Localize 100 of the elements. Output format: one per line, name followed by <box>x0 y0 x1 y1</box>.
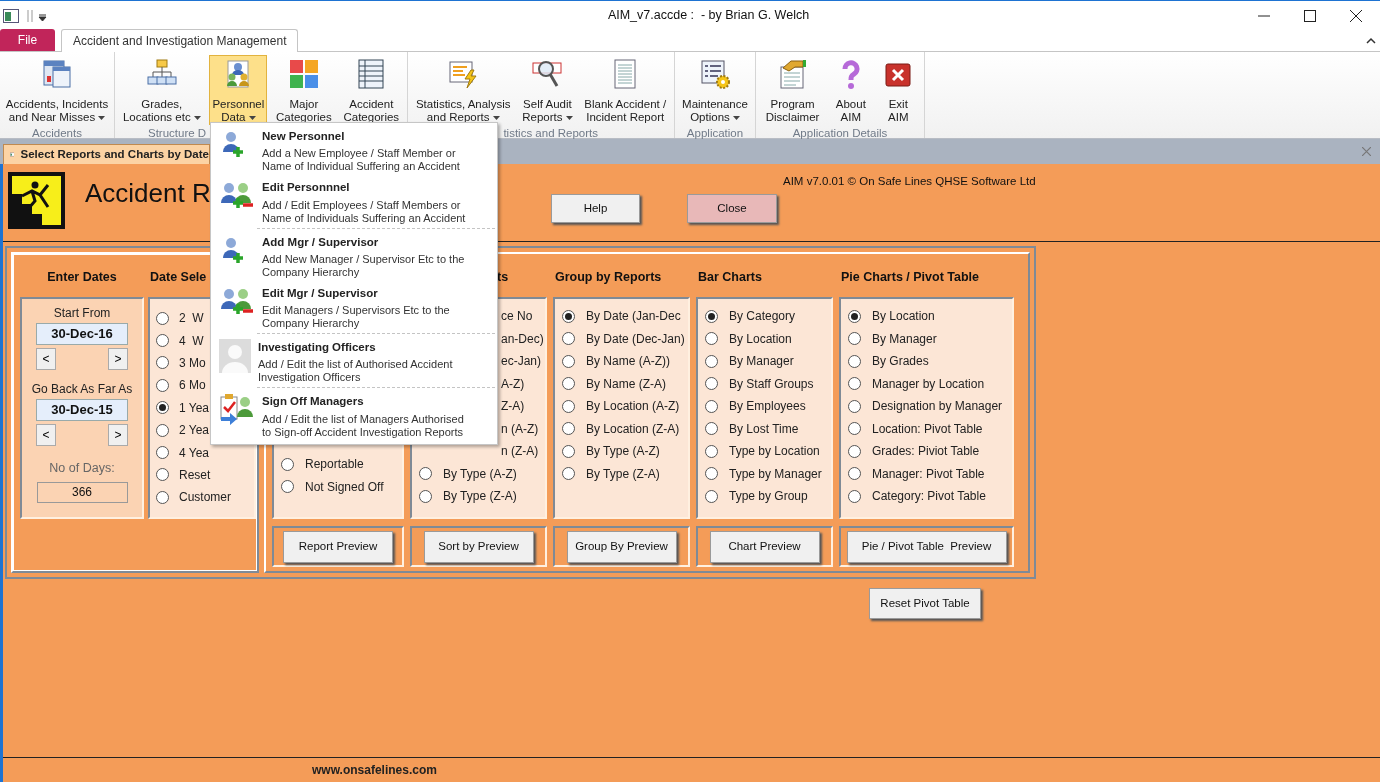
radio-button[interactable] <box>848 399 861 413</box>
version-text: AIM v7.0.01 © On Safe Lines QHSE Software Ltd <box>783 174 1036 189</box>
radio-button[interactable] <box>419 489 432 503</box>
section-heading: Enter Dates <box>46 268 118 286</box>
next-button[interactable]: > <box>108 348 128 370</box>
radio-button[interactable] <box>156 401 169 415</box>
radio-button[interactable] <box>705 444 718 458</box>
ribbon-button[interactable]: Blank Accident / Incident Report <box>581 55 670 125</box>
menu-item[interactable]: Edit Personnnel Add / Edit Employees / Staff Members or Name of Individuals Suffering an Accident <box>211 176 497 228</box>
date-field[interactable]: 30-Dec-16 <box>36 323 128 345</box>
radio-button[interactable] <box>705 332 718 346</box>
ribbon-button[interactable]: Accidents, Incidents and Near Misses <box>2 55 112 125</box>
preview-button[interactable]: Chart Preview <box>709 530 820 563</box>
file-tab[interactable]: File <box>0 29 55 51</box>
radio-button[interactable] <box>848 444 861 458</box>
option-label: By Staff Groups <box>729 375 814 393</box>
ribbon-group-label: Application <box>686 125 744 141</box>
radio-button[interactable] <box>156 378 169 392</box>
ribbon-button[interactable]: Program Disclaimer <box>762 55 823 125</box>
radio-button[interactable] <box>156 311 169 325</box>
section-heading: Pie Charts / Pivot Table <box>841 268 979 286</box>
option-label: By Grades <box>872 353 929 371</box>
option-label: By Location <box>872 308 935 326</box>
radio-button[interactable] <box>281 480 294 494</box>
option-label: Location: Pivot Table <box>872 420 983 438</box>
radio-button[interactable] <box>705 422 718 436</box>
option-label: By Type (Z-A) <box>586 465 660 483</box>
form-title: Accident R <box>85 177 211 210</box>
option-label: Type by Manager <box>729 465 822 483</box>
radio-button[interactable] <box>562 422 575 436</box>
reset-pivot-table-button[interactable]: Reset Pivot Table <box>869 588 981 619</box>
close-button[interactable]: Close <box>687 194 777 223</box>
radio-button[interactable] <box>156 490 169 504</box>
collapse-ribbon-icon[interactable] <box>1366 37 1376 44</box>
previous-button[interactable]: < <box>36 424 56 446</box>
maximize-icon[interactable] <box>1304 9 1316 22</box>
radio-button[interactable] <box>156 446 169 460</box>
website-link[interactable]: www.onsafelines.com <box>312 761 437 779</box>
ribbon-group-label: Application Details <box>792 125 888 141</box>
radio-button[interactable] <box>562 377 575 391</box>
ribbon-tab[interactable]: Accident and Investigation Management <box>61 29 299 52</box>
option-label: By Location (Z-A) <box>586 420 680 438</box>
radio-button[interactable] <box>705 399 718 413</box>
help-button[interactable]: Help <box>551 194 640 223</box>
document-tab[interactable]: Select Reports and Charts by Date <box>3 144 210 164</box>
section-heading: Group by Reports <box>555 268 662 286</box>
preview-button[interactable]: Group By Preview <box>566 530 677 563</box>
ribbon-button[interactable]: Grades, Locations etc <box>119 55 204 125</box>
radio-button[interactable] <box>848 354 861 368</box>
radio-button[interactable] <box>705 377 718 391</box>
radio-button[interactable] <box>156 423 169 437</box>
radio-button[interactable] <box>848 489 861 503</box>
ribbon-button[interactable]: Maintenance Options <box>679 55 751 125</box>
menu-item[interactable]: Add Mgr / Supervisor Add New Manager / Supervisor Etc to the Company Hierarchy <box>211 230 497 282</box>
preview-button[interactable]: Report Preview <box>283 530 393 563</box>
report-lightning-icon <box>447 58 480 90</box>
menu-item[interactable]: New Personnel Add a New Employee / Staff Member or Name of Individual Suffering an Accident <box>211 125 497 177</box>
radio-button[interactable] <box>562 399 575 413</box>
ribbon-button[interactable]: Major Categories <box>273 55 335 125</box>
next-button[interactable]: > <box>108 424 128 446</box>
radio-button[interactable] <box>156 468 169 482</box>
option-label: By Location <box>729 330 792 348</box>
ribbon-button[interactable]: Self Audit Reports <box>519 55 576 125</box>
radio-button[interactable] <box>562 444 575 458</box>
radio-button[interactable] <box>705 354 718 368</box>
radio-button[interactable] <box>562 309 575 323</box>
radio-button[interactable] <box>156 334 169 348</box>
preview-button[interactable]: Sort by Preview <box>423 530 534 563</box>
radio-button[interactable] <box>562 332 575 346</box>
radio-button[interactable] <box>156 356 169 370</box>
ribbon-button[interactable]: Personnel Data <box>209 55 268 125</box>
radio-button[interactable] <box>281 457 294 471</box>
ribbon-button[interactable]: About AIM <box>831 55 870 125</box>
radio-button[interactable] <box>562 354 575 368</box>
option-label: an-Dec) <box>501 330 544 348</box>
preview-button[interactable]: Pie / Pivot Table Preview <box>846 530 1007 563</box>
radio-button[interactable] <box>419 467 432 481</box>
option-label: By Type (Z-A) <box>443 488 517 506</box>
radio-button[interactable] <box>705 309 718 323</box>
radio-button[interactable] <box>705 489 718 503</box>
radio-button[interactable] <box>848 332 861 346</box>
radio-button[interactable] <box>848 422 861 436</box>
radio-button[interactable] <box>562 467 575 481</box>
option-label: Category: Pivot Table <box>872 488 986 506</box>
ribbon-group-label: tistics and Reports <box>503 125 598 141</box>
ribbon-button[interactable]: Exit AIM <box>879 55 918 125</box>
menu-item[interactable]: Edit Mgr / Supervisor Edit Managers / Supervisors Etc to the Company Hierarchy <box>211 281 497 333</box>
menu-item[interactable]: Investigating Officers Add / Edit the list of Authorised Accident Investigation Officers <box>211 336 497 388</box>
date-field[interactable]: 30-Dec-15 <box>36 399 128 421</box>
previous-button[interactable]: < <box>36 348 56 370</box>
option-label: By Manager <box>872 330 937 348</box>
ribbon-group-label: Structure D <box>148 125 207 141</box>
radio-button[interactable] <box>848 309 861 323</box>
radio-button[interactable] <box>848 467 861 481</box>
close-icon[interactable] <box>1350 9 1362 22</box>
radio-button[interactable] <box>848 377 861 391</box>
person-silhouette-icon <box>219 339 251 373</box>
option-label: By Employees <box>729 398 806 416</box>
menu-item[interactable]: Sign Off Managers Add / Edit the list of Managers Authorised to Sign-off Accident Investigation Reports <box>211 390 497 442</box>
radio-button[interactable] <box>705 467 718 481</box>
